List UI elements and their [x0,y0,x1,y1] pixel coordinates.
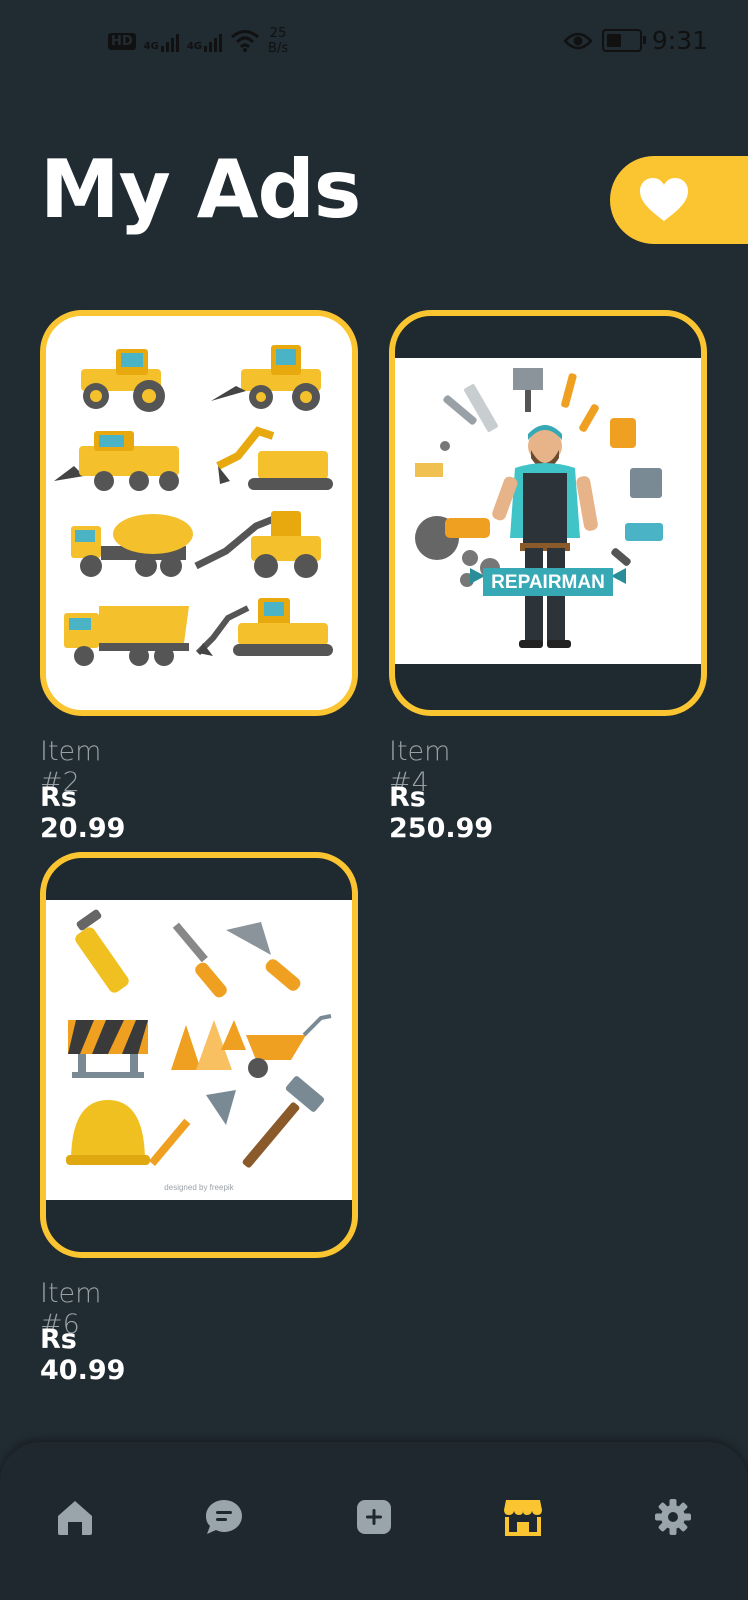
status-bar: HD 4G 4G 25 B/s 9:31 [0,0,748,88]
hd-badge: HD [108,32,136,50]
signal-bars-icon [204,30,223,52]
ad-image-frame[interactable]: designed by freepik [40,852,358,1258]
chat-icon [206,1500,242,1534]
signal-1: 4G [144,30,179,52]
ad-image-frame[interactable]: REPAIRMAN [389,310,707,716]
settings-icon [655,1499,691,1535]
ad-price: Rs 20.99 [40,782,126,844]
nav-chat[interactable] [199,1492,249,1542]
construction-tools-image: designed by freepik [46,900,352,1200]
store-icon [504,1500,542,1536]
nav-settings[interactable] [648,1492,698,1542]
clock: 9:31 [651,26,708,55]
ad-image-frame[interactable] [40,310,358,716]
banner-text: REPAIRMAN [491,572,605,593]
signal-bars-icon [160,30,179,52]
favorites-button[interactable] [610,156,748,244]
image-credit: designed by freepik [164,1183,234,1192]
add-icon [357,1500,391,1534]
ad-price: Rs 40.99 [40,1324,126,1386]
nav-add[interactable] [349,1492,399,1542]
wifi-icon [231,30,259,52]
signal-2: 4G [187,30,223,52]
nav-store[interactable] [498,1492,548,1542]
battery-icon [601,29,646,52]
home-icon [58,1501,92,1535]
nav-home[interactable] [50,1492,100,1542]
ad-price: Rs 250.99 [389,782,494,844]
repairman-image: REPAIRMAN [395,358,701,664]
eye-icon [563,32,592,49]
construction-vehicles-image [46,316,352,710]
page-title: My Ads [40,143,361,236]
heart-icon [640,178,688,221]
net-speed: 25 B/s [268,26,289,56]
bottom-nav [0,1442,748,1600]
